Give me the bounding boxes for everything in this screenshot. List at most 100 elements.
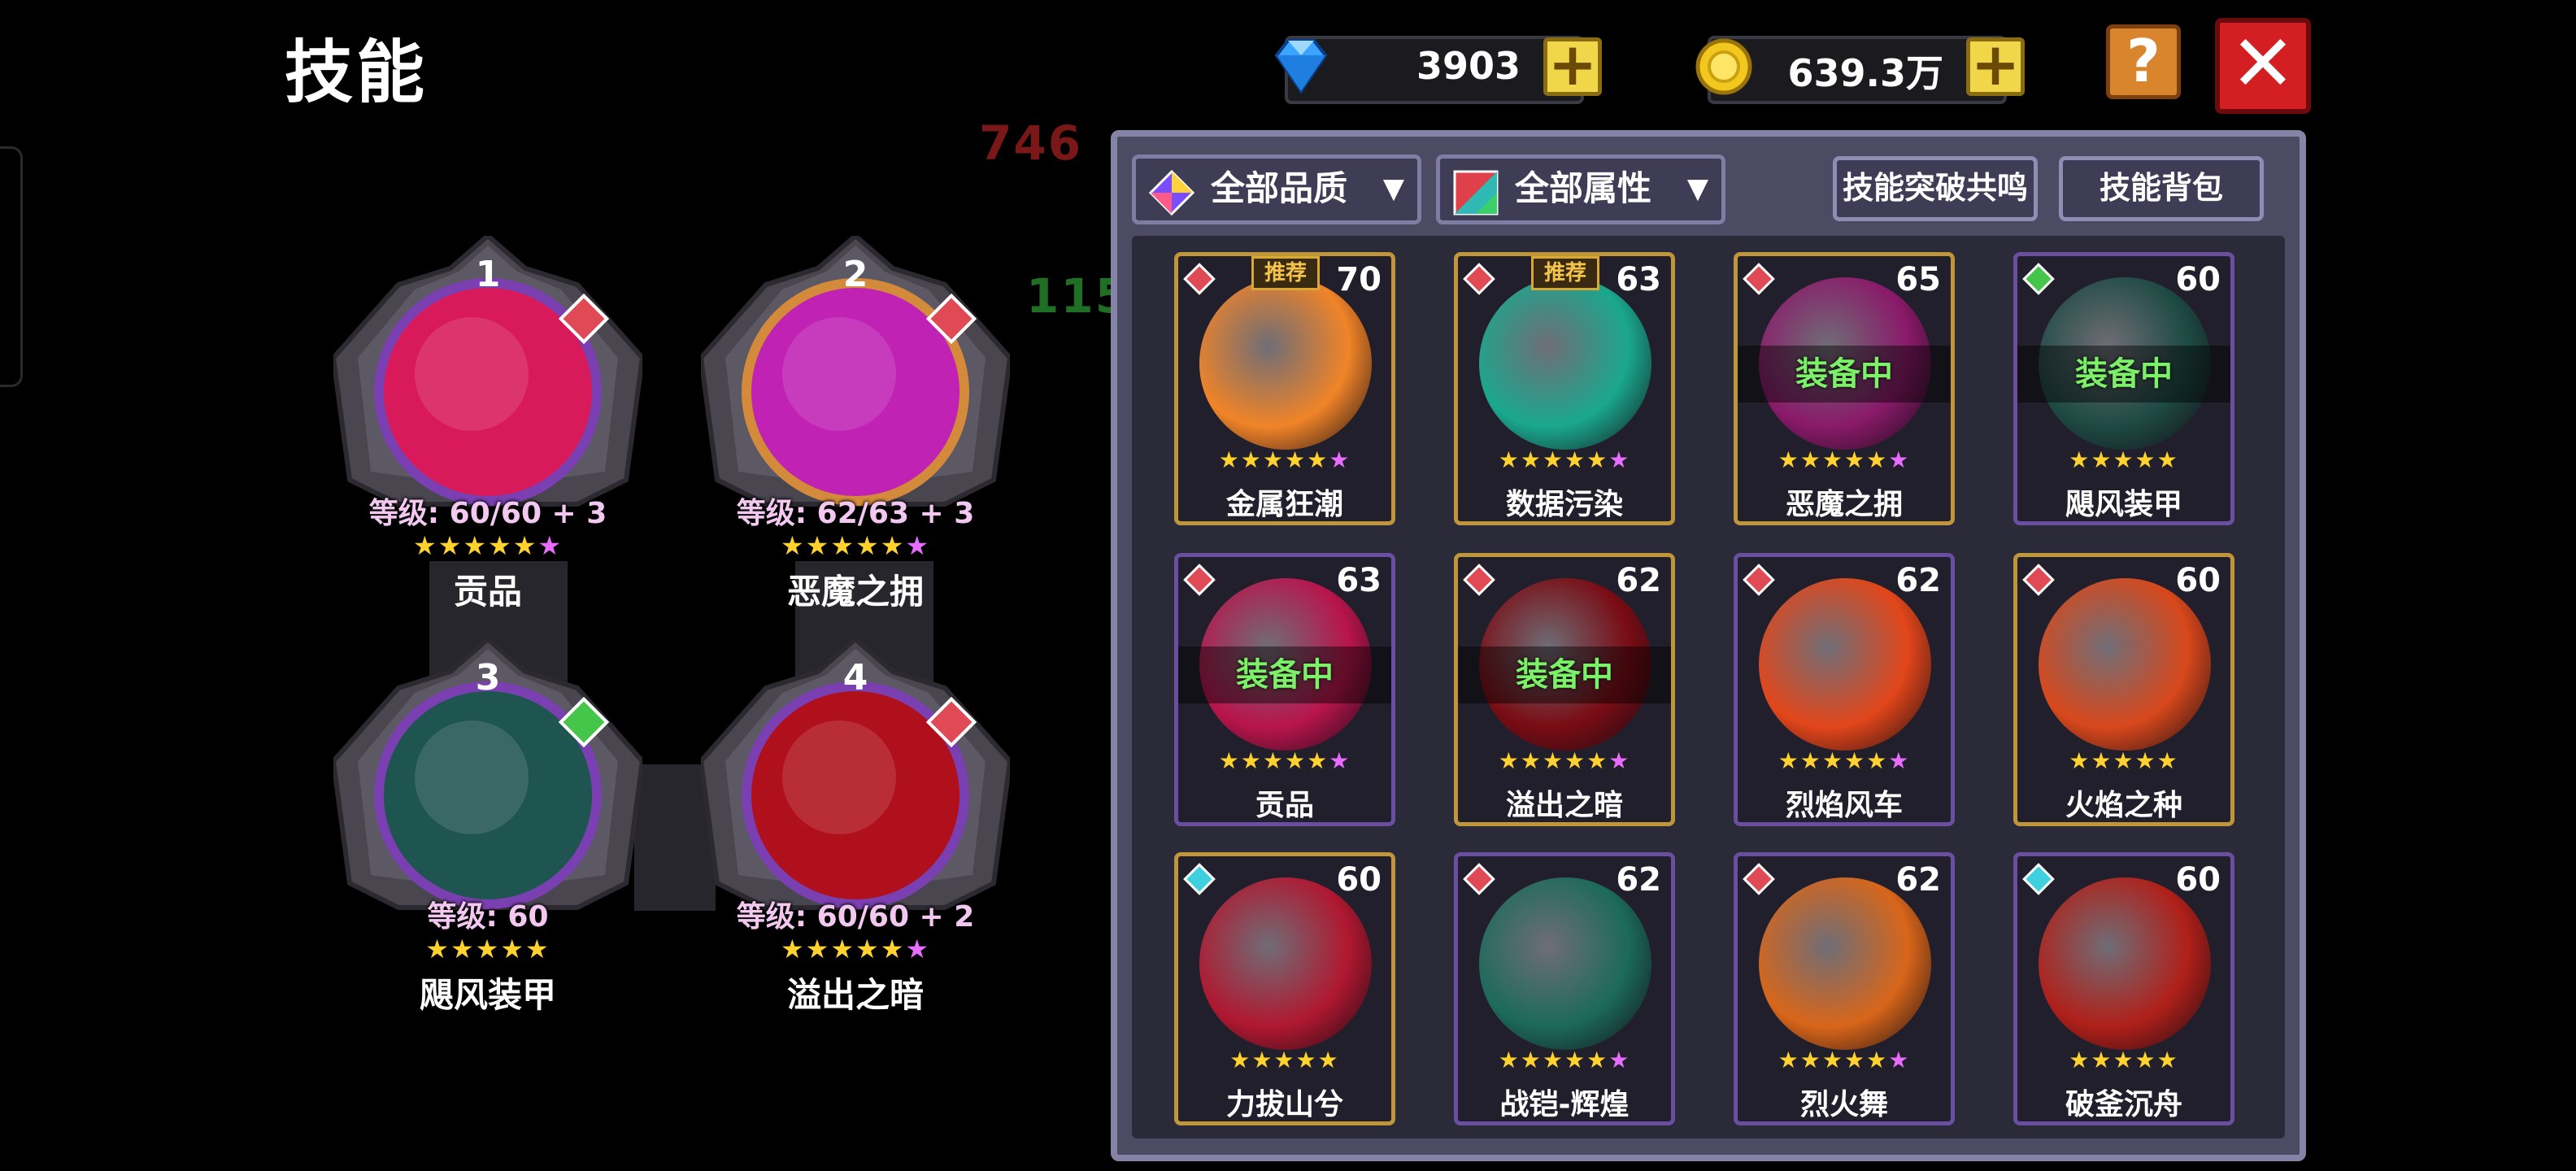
skill-card[interactable]: 60 ★★★★★ 破釜沉舟: [2013, 852, 2234, 1125]
skill-card[interactable]: 62 ★★★★★★ 战铠-辉煌: [1454, 852, 1675, 1125]
equipped-slot[interactable]: 4 等级: 60/60 + 2 ★★★★★★ 溢出之暗: [701, 639, 1010, 1015]
skill-card[interactable]: 60 ★★★★★ 火焰之种: [2013, 553, 2234, 826]
equipped-slot[interactable]: 1 等级: 60/60 + 3 ★★★★★★ 贡品: [333, 236, 642, 612]
star-rating-bonus: ★: [1608, 747, 1631, 774]
attribute-icon: [1453, 170, 1499, 215]
add-gold-button[interactable]: +: [1966, 35, 2025, 96]
star-rating-bonus: ★: [1888, 446, 1911, 473]
skill-name: 数据污染: [1505, 488, 1623, 521]
skill-stars: ★★★★★: [1178, 1047, 1391, 1073]
skill-level: 63: [1616, 261, 1661, 298]
attribute-filter-label: 全部属性: [1515, 168, 1652, 208]
star-rating: ★★★★★: [2069, 1047, 2179, 1073]
star-rating-bonus: ★: [1329, 446, 1351, 473]
star-rating-bonus: ★: [1608, 1047, 1631, 1073]
star-rating: ★★★★★: [1218, 747, 1329, 774]
star-rating: ★★★★★: [780, 934, 906, 964]
skill-card[interactable]: 63 装备中 ★★★★★★ 贡品: [1174, 553, 1395, 826]
star-rating: ★★★★★: [1229, 1047, 1340, 1073]
equipped-slot[interactable]: 2 等级: 62/63 + 3 ★★★★★★ 恶魔之拥: [701, 236, 1010, 612]
star-rating: ★★★★★: [1498, 446, 1609, 473]
skill-card[interactable]: 65 装备中 ★★★★★★ 恶魔之拥: [1734, 252, 1955, 525]
slot-number: 3: [475, 657, 501, 699]
help-button[interactable]: ?: [2106, 24, 2181, 99]
slot-stars: ★★★★★: [366, 934, 610, 964]
equipped-slot[interactable]: 3 等级: 60 ★★★★★ 飓风装甲: [333, 639, 642, 1015]
star-rating: ★★★★★: [780, 530, 906, 561]
close-button[interactable]: ✕: [2215, 18, 2311, 114]
skill-stars: ★★★★★★: [1458, 747, 1671, 774]
skill-name: 烈火舞: [1799, 1088, 1888, 1121]
side-drawer-handle[interactable]: [0, 146, 23, 387]
skill-card[interactable]: 62 装备中 ★★★★★★ 溢出之暗: [1454, 553, 1675, 826]
skill-stars: ★★★★★★: [1738, 1047, 1951, 1073]
skill-card[interactable]: 60 ★★★★★ 力拔山兮: [1174, 852, 1395, 1125]
skill-name: 烈焰风车: [1785, 789, 1903, 822]
skill-resonance-button[interactable]: 技能突破共鸣: [1833, 156, 2038, 221]
slot-stars: ★★★★★★: [733, 934, 977, 964]
recommend-badge: 推荐: [1531, 256, 1599, 290]
skill-stars: ★★★★★: [2017, 747, 2230, 774]
element-gem-icon: [1743, 263, 1775, 295]
skill-level: 62: [1895, 861, 1941, 899]
diamond-icon: [1274, 39, 1328, 94]
element-gem-icon: [1743, 564, 1775, 596]
skill-name: 战铠-辉煌: [1499, 1088, 1630, 1121]
slot-skill-name: 飓风装甲: [419, 975, 556, 1015]
skill-art: [1759, 578, 1931, 751]
element-gem-icon: [1463, 863, 1495, 895]
skill-card[interactable]: 60 装备中 ★★★★★ 飓风装甲: [2013, 252, 2234, 525]
slot-number: 1: [475, 254, 501, 295]
slot-level: 等级: 62/63 + 3: [736, 497, 975, 530]
skill-stars: ★★★★★★: [1458, 1047, 1671, 1073]
skill-level: 70: [1336, 261, 1382, 298]
skill-card[interactable]: 62 ★★★★★★ 烈火舞: [1734, 852, 1955, 1125]
skill-bag-button[interactable]: 技能背包: [2059, 156, 2264, 221]
skill-name: 溢出之暗: [1505, 789, 1623, 822]
star-rating-bonus: ★: [1888, 747, 1911, 774]
star-rating: ★★★★★: [1778, 747, 1889, 774]
element-gem-icon: [2022, 564, 2055, 596]
skill-level: 60: [2175, 861, 2221, 899]
slot-level: 等级: 60/60 + 2: [736, 900, 975, 934]
skill-level: 63: [1336, 562, 1382, 599]
attribute-filter-dropdown[interactable]: 全部属性 ▼: [1436, 155, 1725, 224]
star-rating-bonus: ★: [537, 530, 564, 561]
skill-stars: ★★★★★★: [1738, 747, 1951, 774]
skill-card[interactable]: 62 ★★★★★★ 烈焰风车: [1734, 553, 1955, 826]
slot-number: 2: [842, 254, 868, 295]
skill-stars: ★★★★★★: [1458, 446, 1671, 473]
add-diamond-button[interactable]: +: [1543, 35, 1602, 96]
skill-art: [1199, 277, 1372, 450]
skill-level: 60: [2175, 261, 2221, 298]
gold-coin-icon: [1695, 38, 1752, 95]
quality-filter-dropdown[interactable]: 全部品质 ▼: [1132, 155, 1421, 224]
slot-number: 4: [842, 657, 868, 699]
skill-art: [1199, 877, 1372, 1050]
skill-card[interactable]: 70 推荐 ★★★★★★ 金属狂潮: [1174, 252, 1395, 525]
diamond-count: 3903: [1416, 44, 1521, 88]
skill-stars: ★★★★★: [2017, 446, 2230, 473]
star-rating-bonus: ★: [905, 530, 931, 561]
skill-name: 力拔山兮: [1225, 1088, 1343, 1121]
skill-card[interactable]: 63 推荐 ★★★★★★ 数据污染: [1454, 252, 1675, 525]
star-rating: ★★★★★: [2069, 446, 2179, 473]
skill-name: 火焰之种: [2065, 789, 2182, 822]
slot-stars: ★★★★★★: [733, 530, 977, 561]
skill-art: [2039, 578, 2211, 751]
skill-stars: ★★★★★★: [1178, 747, 1391, 774]
skill-art: [1479, 877, 1651, 1050]
skill-name: 贡品: [1255, 789, 1314, 822]
star-rating-bonus: ★: [1608, 446, 1631, 473]
star-rating: ★★★★★: [425, 934, 550, 964]
skill-stars: ★★★★★: [2017, 1047, 2230, 1073]
skill-name: 金属狂潮: [1225, 488, 1343, 521]
page-title: 技能: [285, 33, 429, 112]
skill-name: 恶魔之拥: [1785, 488, 1903, 521]
quality-gem-icon: [1148, 169, 1195, 216]
star-rating: ★★★★★: [1778, 446, 1889, 473]
slot-level: 等级: 60: [427, 900, 549, 934]
star-rating: ★★★★★: [2069, 747, 2179, 774]
equipped-label: 装备中: [1458, 646, 1671, 703]
star-rating-bonus: ★: [1329, 747, 1351, 774]
